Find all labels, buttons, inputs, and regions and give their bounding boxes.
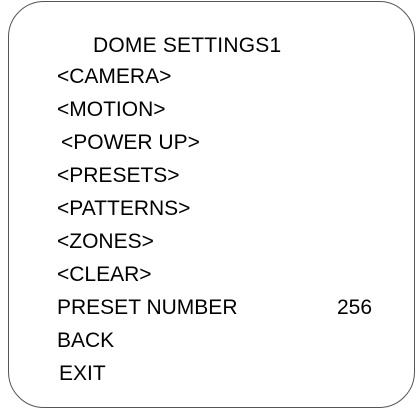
preset-number-value[interactable]: 256 bbox=[337, 296, 372, 320]
menu-item-zones[interactable]: <ZONES> bbox=[57, 230, 154, 254]
menu-item-presets[interactable]: <PRESETS> bbox=[57, 164, 180, 188]
menu-item-camera[interactable]: <CAMERA> bbox=[57, 65, 171, 89]
menu-item-preset-number[interactable]: PRESET NUMBER bbox=[57, 296, 237, 320]
menu-item-patterns[interactable]: <PATTERNS> bbox=[57, 197, 190, 221]
menu-item-power-up[interactable]: <POWER UP> bbox=[61, 131, 200, 155]
menu-item-clear[interactable]: <CLEAR> bbox=[57, 263, 152, 287]
menu-title: DOME SETTINGS1 bbox=[93, 34, 282, 57]
menu-item-exit[interactable]: EXIT bbox=[59, 362, 106, 386]
menu-item-motion[interactable]: <MOTION> bbox=[57, 98, 166, 122]
menu-item-back[interactable]: BACK bbox=[57, 329, 114, 353]
